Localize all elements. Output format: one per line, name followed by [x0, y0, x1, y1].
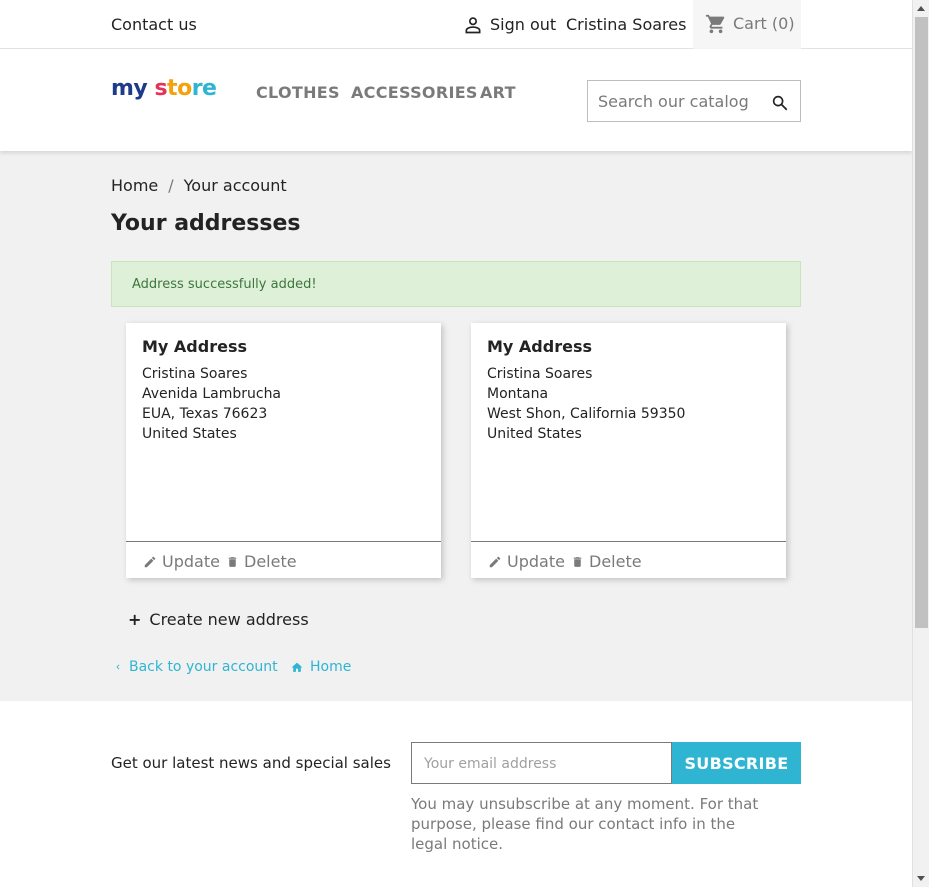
- search-input[interactable]: [598, 90, 758, 112]
- delete-label: Delete: [589, 552, 642, 571]
- nav-clothes[interactable]: CLOTHES: [256, 83, 340, 102]
- success-alert: Address successfully added!: [111, 261, 801, 307]
- breadcrumb: Home / Your account: [111, 176, 287, 195]
- breadcrumb-home[interactable]: Home: [111, 176, 158, 195]
- trash-icon: [573, 556, 582, 567]
- pencil-icon: [144, 556, 156, 567]
- home-icon: [291, 662, 303, 672]
- breadcrumb-separator: /: [168, 176, 174, 195]
- unsubscribe-note: You may unsubscribe at any moment. For t…: [411, 795, 759, 853]
- nav-art[interactable]: ART: [480, 83, 516, 102]
- delete-label: Delete: [244, 552, 297, 571]
- trash-icon: [228, 556, 237, 567]
- update-address-button[interactable]: Update: [488, 552, 565, 571]
- address-title: My Address: [142, 337, 247, 356]
- top-bar: Contact us Sign out Cristina Soares Cart…: [0, 0, 912, 49]
- email-input[interactable]: [424, 754, 659, 774]
- address-line: Cristina Soares: [487, 366, 593, 382]
- account-name-link[interactable]: Cristina Soares: [566, 15, 686, 34]
- pencil-icon: [489, 556, 501, 567]
- search-icon[interactable]: [771, 94, 789, 112]
- address-card: My Address Cristina Soares Montana West …: [471, 323, 786, 578]
- delete-address-button[interactable]: Delete: [571, 552, 642, 571]
- delete-address-button[interactable]: Delete: [226, 552, 297, 571]
- address-line: EUA, Texas 76623: [142, 406, 268, 422]
- cart-icon: [705, 14, 725, 34]
- breadcrumb-your-account[interactable]: Your account: [184, 176, 287, 195]
- address-line: Montana: [487, 386, 549, 402]
- cart-label: Cart (0): [733, 14, 795, 33]
- scroll-up-arrow-icon[interactable]: [917, 6, 925, 11]
- scroll-down-arrow-icon[interactable]: [917, 876, 925, 881]
- alert-message: Address successfully added!: [132, 277, 317, 292]
- scrollbar-thumb[interactable]: [915, 17, 928, 628]
- address-card: My Address Cristina Soares Avenida Lambr…: [126, 323, 441, 578]
- home-link[interactable]: Home: [290, 659, 351, 675]
- home-label: Home: [310, 659, 352, 675]
- sign-out-link[interactable]: Sign out: [490, 15, 556, 34]
- address-card-footer: Update Delete: [126, 541, 441, 578]
- newsletter-pitch: Get our latest news and special sales: [111, 754, 391, 772]
- nav-accessories[interactable]: ACCESSORIES: [351, 83, 478, 102]
- page: Contact us Sign out Cristina Soares Cart…: [0, 0, 912, 887]
- address-line: United States: [142, 426, 237, 442]
- update-label: Update: [162, 552, 220, 571]
- address-card-footer: Update Delete: [471, 541, 786, 578]
- contact-us-link[interactable]: Contact us: [111, 15, 197, 34]
- store-logo[interactable]: my store: [111, 76, 217, 101]
- email-field: [411, 742, 672, 784]
- header: my store CLOTHES ACCESSORIES ART: [0, 49, 912, 151]
- cart-button[interactable]: Cart (0): [693, 0, 801, 49]
- plus-icon: +: [128, 610, 142, 629]
- address-line: Cristina Soares: [142, 366, 248, 382]
- subscribe-button[interactable]: SUBSCRIBE: [672, 742, 801, 784]
- user-icon[interactable]: [463, 15, 483, 35]
- search-box: [587, 80, 801, 122]
- address-line: United States: [487, 426, 582, 442]
- newsletter-section: Get our latest news and special sales SU…: [0, 701, 912, 887]
- address-title: My Address: [487, 337, 592, 356]
- address-line: Avenida Lambrucha: [142, 386, 282, 402]
- vertical-scrollbar[interactable]: [912, 0, 929, 887]
- page-title: Your addresses: [111, 211, 301, 236]
- create-address-label: Create new address: [149, 610, 309, 629]
- address-line: West Shon, California 59350: [487, 406, 686, 422]
- update-address-button[interactable]: Update: [143, 552, 220, 571]
- create-address-link[interactable]: + Create new address: [128, 610, 309, 629]
- chevron-left-icon: [116, 664, 120, 670]
- back-to-account-label: Back to your account: [129, 659, 278, 675]
- back-to-account-link[interactable]: Back to your account: [113, 659, 278, 675]
- update-label: Update: [507, 552, 565, 571]
